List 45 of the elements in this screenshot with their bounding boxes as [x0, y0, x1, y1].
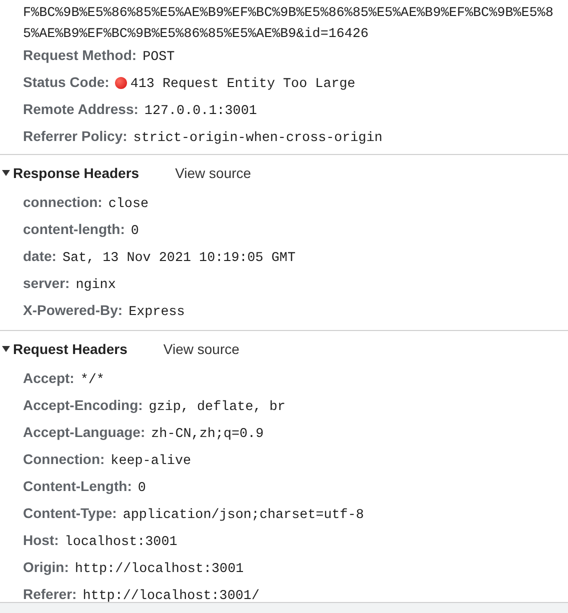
caret-icon	[2, 169, 10, 177]
header-name: server:	[23, 274, 70, 293]
header-name: Content-Type:	[23, 504, 117, 523]
view-source-link[interactable]: View source	[175, 165, 252, 181]
header-value: close	[108, 196, 149, 214]
header-value: http://localhost:3001	[74, 561, 244, 579]
header-value: http://localhost:3001/	[82, 588, 260, 602]
field-label: Request Method:	[23, 46, 137, 65]
header-value: nginx	[76, 277, 116, 295]
header-name: content-length:	[23, 220, 125, 239]
header-name: connection:	[23, 193, 102, 212]
header-name: Content-Length:	[23, 477, 132, 496]
header-value: gzip, deflate, br	[148, 399, 286, 417]
header-value: zh-CN,zh;q=0.9	[151, 426, 264, 444]
request-url: F%BC%9B%E5%86%85%E5%AE%B9%EF%BC%9B%E5%86%85%E5%AE%B9%EF%BC%9B%E5%8	[23, 5, 554, 23]
header-value: application/json;charset=utf-8	[122, 507, 364, 525]
section-header[interactable]: Response Headers	[0, 165, 140, 181]
header-name: X-Powered-By:	[23, 301, 123, 320]
request-url: 5%AE%B9%EF%BC%9B%E5%86%85%E5%AE%B9&id=16426	[23, 26, 369, 44]
field-value: 127.0.0.1:3001	[144, 103, 257, 121]
caret-icon	[2, 345, 10, 353]
header-value: localhost:3001	[64, 534, 178, 552]
field-label: Remote Address:	[23, 100, 138, 119]
header-value: keep-alive	[110, 453, 192, 471]
header-name: Referer:	[23, 585, 77, 602]
view-source-link[interactable]: View source	[163, 341, 240, 357]
header-name: date:	[23, 247, 56, 266]
header-value: Express	[128, 304, 185, 322]
header-value: Sat, 13 Nov 2021 10:19:05 GMT	[62, 250, 296, 268]
field-label: Status Code:	[23, 73, 110, 92]
header-name: Accept-Language:	[23, 423, 146, 442]
header-name: Origin:	[23, 558, 69, 577]
status-dot-icon	[115, 76, 128, 88]
header-value: */*	[80, 372, 104, 390]
header-name: Host:	[23, 531, 59, 550]
field-label: Referrer Policy:	[23, 127, 128, 146]
section-header[interactable]: Request Headers	[0, 341, 128, 357]
header-name: Connection:	[23, 450, 105, 469]
header-value: 0	[130, 223, 139, 241]
field-value: 413 Request Entity Too Large	[130, 76, 356, 94]
field-value: strict-origin-when-cross-origin	[133, 130, 382, 148]
header-name: Accept-Encoding:	[23, 396, 143, 415]
header-name: Accept:	[23, 369, 74, 388]
header-value: 0	[138, 480, 146, 498]
field-value: POST	[142, 49, 175, 67]
